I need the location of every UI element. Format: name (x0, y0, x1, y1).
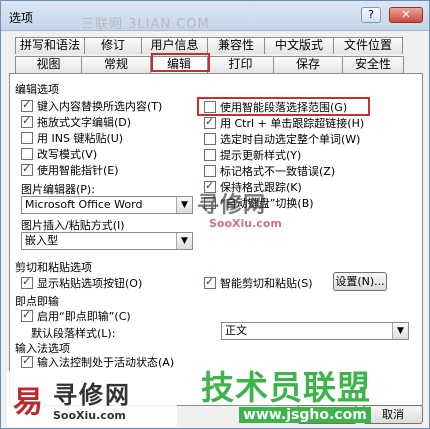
checkbox[interactable] (204, 275, 216, 289)
watermark-logo-left: 易 寻修网 SooXiu.com (7, 371, 177, 427)
checkbox[interactable] (21, 114, 33, 128)
help-button[interactable]: ? (361, 7, 381, 23)
tab-asian-typography[interactable]: 中文版式 (264, 37, 334, 54)
opt-mark-inconsistency[interactable]: 标记格式不一致错误(Z) (204, 163, 335, 179)
section-editing-title: 编辑选项 (15, 83, 59, 96)
tab-general[interactable]: 常规 (81, 56, 151, 73)
chevron-down-icon[interactable]: ▼ (176, 197, 192, 213)
tab-row-2: 视图 常规 编辑 打印 保存 安全性 (15, 56, 404, 73)
chevron-down-icon[interactable]: ▼ (392, 323, 408, 339)
window-title: 选项 (9, 11, 34, 25)
checkbox[interactable] (204, 115, 216, 129)
watermark-middle: 寻修网 SooXiu.com (197, 193, 282, 230)
tab-save[interactable]: 保存 (273, 56, 343, 73)
opt-smart-cut-paste[interactable]: 智能剪切和粘贴(S) (204, 275, 313, 291)
checkbox[interactable] (21, 98, 33, 112)
tab-compatibility[interactable]: 兼容性 (207, 37, 265, 54)
checkbox[interactable] (21, 354, 33, 368)
close-button[interactable]: ✕ (389, 7, 423, 23)
insert-paste-label: 图片插入/粘贴方式(I) (21, 219, 125, 232)
checkbox[interactable] (21, 132, 33, 144)
section-click-type-title: 即点即输 (15, 295, 59, 308)
tab-print[interactable]: 打印 (207, 56, 274, 73)
checkbox[interactable] (21, 275, 33, 289)
opt-select-word[interactable]: 选定时自动选定整个单词(W) (204, 131, 360, 147)
section-cut-paste-title: 剪切和粘贴选项 (15, 261, 92, 274)
tab-spelling[interactable]: 拼写和语法 (15, 37, 85, 54)
checkbox[interactable] (204, 133, 216, 145)
watermark-top: 三联网 3LIAN.COM (81, 17, 210, 32)
logo-icon: 易 (13, 385, 43, 420)
checkbox[interactable] (21, 308, 33, 322)
checkbox[interactable] (21, 162, 33, 176)
default-style-select[interactable]: 正文 ▼ (221, 322, 409, 340)
opt-smart-cursor[interactable]: 使用智能指针(E) (21, 162, 119, 178)
tab-view[interactable]: 视图 (15, 56, 82, 73)
default-style-label: 默认段落样式(L): (31, 327, 116, 340)
tab-security[interactable]: 安全性 (342, 56, 404, 73)
opt-enable-click-type[interactable]: 启用“即点即输”(C) (21, 308, 131, 324)
title-bar: 选项 三联网 3LIAN.COM ? ✕ (1, 1, 429, 32)
tab-revisions[interactable]: 修订 (84, 37, 142, 54)
tab-edit[interactable]: 编辑 (150, 56, 208, 73)
options-dialog: 选项 三联网 3LIAN.COM ? ✕ 拼写和语法 修订 用户信息 兼容性 中… (0, 0, 430, 429)
opt-overtype[interactable]: 改写模式(V) (21, 146, 97, 162)
tab-file-locations[interactable]: 文件位置 (333, 37, 403, 54)
opt-ime-control[interactable]: 输入法控制处于活动状态(A) (21, 354, 174, 370)
tab-user-info[interactable]: 用户信息 (141, 37, 208, 54)
tab-row-1: 拼写和语法 修订 用户信息 兼容性 中文版式 文件位置 (15, 37, 403, 54)
insert-paste-select[interactable]: 嵌入型 ▼ (21, 232, 193, 250)
opt-drag-drop[interactable]: 拖放式文字编辑(D) (21, 114, 131, 130)
smart-paragraph-highlight (197, 97, 370, 116)
checkbox[interactable] (204, 149, 216, 161)
picture-editor-label: 图片编辑器(P): (21, 183, 95, 196)
opt-show-paste-buttons[interactable]: 显示粘贴选项按钮(O) (21, 275, 142, 291)
checkbox[interactable] (204, 165, 216, 177)
settings-button[interactable]: 设置(N)... (333, 272, 387, 291)
chevron-down-icon[interactable]: ▼ (176, 233, 192, 249)
opt-ctrl-click[interactable]: 用 Ctrl + 单击跟踪超链接(H) (204, 115, 364, 131)
watermark-logo-right: 技术员联盟 www.jsgho.com (201, 368, 371, 423)
checkbox[interactable] (21, 148, 33, 160)
opt-typing-replaces[interactable]: 键入内容替换所选内容(T) (21, 98, 162, 114)
picture-editor-select[interactable]: Microsoft Office Word ▼ (21, 196, 193, 214)
opt-prompt-style[interactable]: 提示更新样式(Y) (204, 147, 301, 163)
opt-ins-paste[interactable]: 用 INS 键粘贴(U) (21, 130, 123, 146)
